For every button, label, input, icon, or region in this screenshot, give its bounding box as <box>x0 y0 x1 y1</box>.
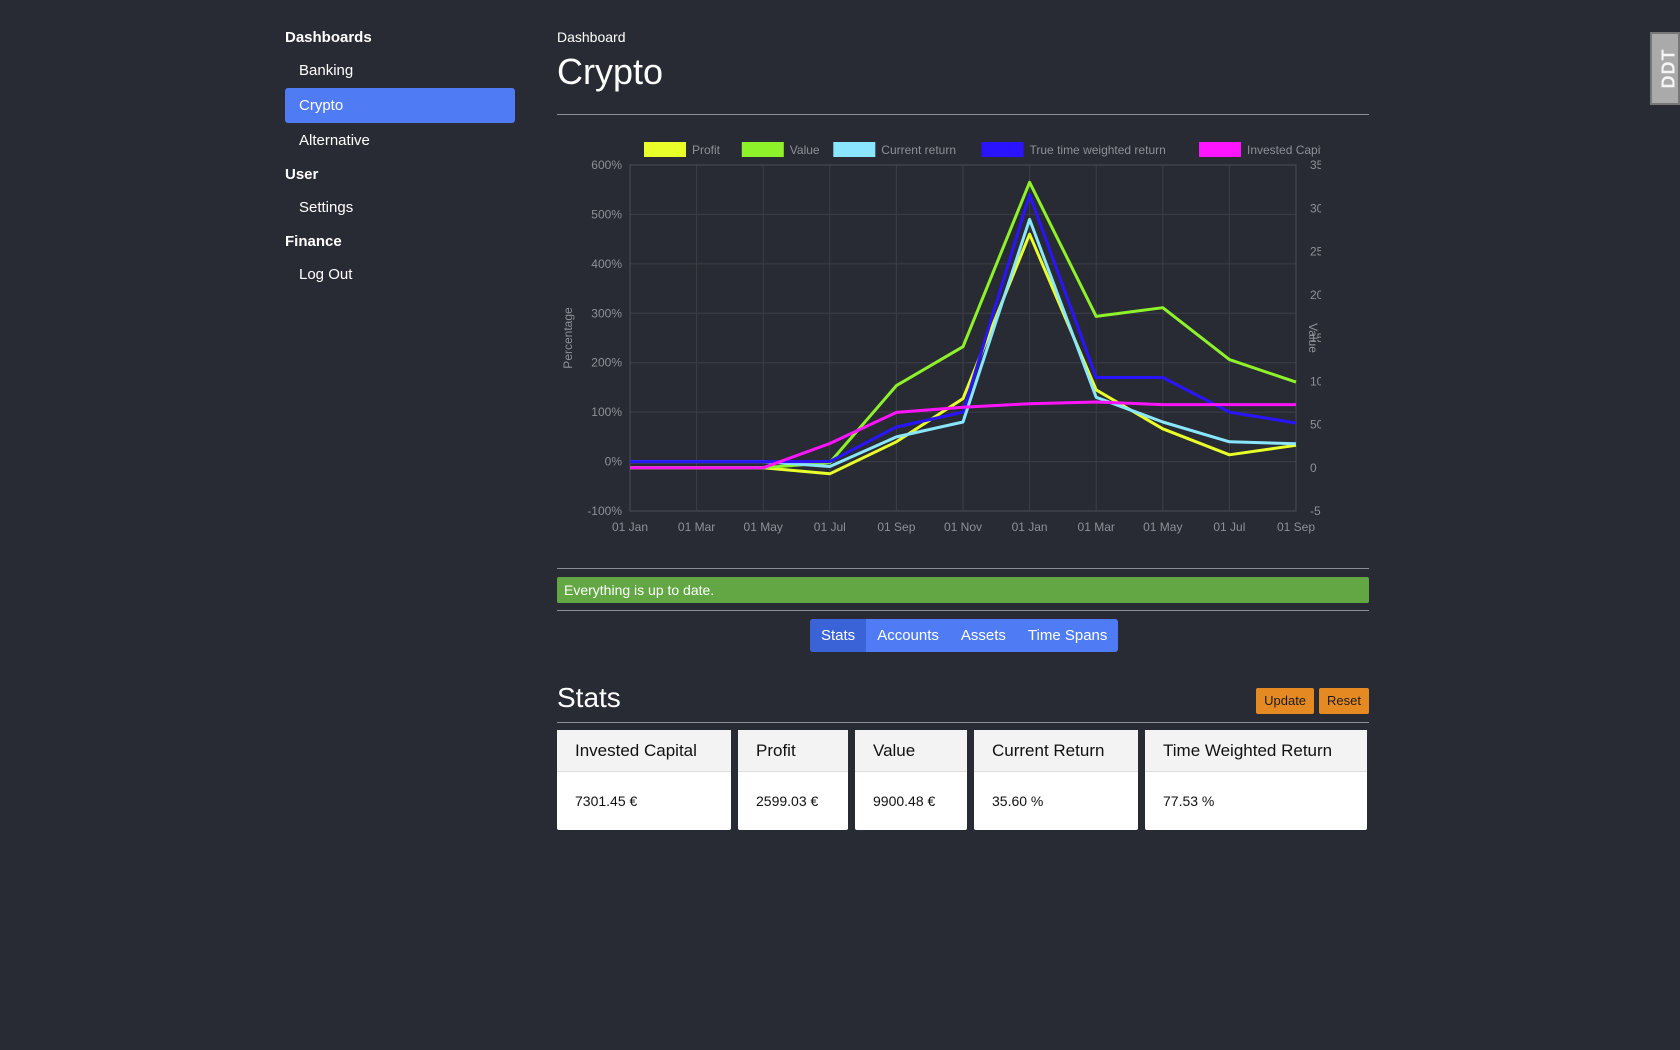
chart-x-tick-label: 01 May <box>1143 520 1182 534</box>
chart-x-tick-label: 01 Sep <box>1277 520 1315 534</box>
stats-actions: Update Reset <box>1256 688 1369 714</box>
chart-x-tick-label: 01 Jan <box>612 520 648 534</box>
update-button[interactable]: Update <box>1256 688 1315 714</box>
stats-cards: Invested Capital 7301.45 € Profit 2599.03 €… <box>557 730 1367 830</box>
sidebar-item-settings[interactable]: Settings <box>285 190 515 225</box>
chart-y-left-tick-label: 400% <box>591 257 622 271</box>
stats-divider <box>557 722 1369 723</box>
stat-card-value: 9900.48 € <box>873 793 936 809</box>
chart-legend-swatch <box>644 142 686 157</box>
chart-legend-label: Invested Capital <box>1247 143 1321 157</box>
chart-x-tick-label: 01 Jan <box>1012 520 1048 534</box>
chart-y-right-tick-label: 30000 <box>1310 201 1321 215</box>
stat-card-label: Profit <box>738 730 848 772</box>
main-header: Dashboard Crypto <box>557 28 1369 115</box>
stats-title: Stats <box>557 682 621 713</box>
chart-legend-swatch <box>833 142 876 157</box>
stat-card: Time Weighted Return 77.53 % <box>1145 730 1367 830</box>
chart-y-left-tick-label: 300% <box>591 306 622 320</box>
status-alert: Everything is up to date. <box>557 577 1369 603</box>
stat-card-label: Time Weighted Return <box>1145 730 1367 772</box>
sidebar-item-log-out[interactable]: Log Out <box>285 257 515 292</box>
chart-x-tick-label: 01 Nov <box>944 520 982 534</box>
chart-x-tick-label: 01 Sep <box>877 520 915 534</box>
chart-y-right-tick-label: 20000 <box>1310 288 1321 302</box>
stat-card-label: Invested Capital <box>557 730 731 772</box>
section-tabs: Stats Accounts Assets Time Spans <box>810 619 1119 652</box>
page-title: Crypto <box>557 51 664 92</box>
chart-y-right-title: Value <box>1306 323 1320 353</box>
breadcrumb[interactable]: Dashboard <box>557 28 1369 46</box>
chart-y-left-tick-label: 0% <box>605 455 623 469</box>
chart-legend-label: Value <box>790 143 820 157</box>
header-divider <box>557 114 1369 115</box>
logo-text: DDT <box>1658 48 1679 89</box>
chart-y-right-tick-label: -5000 <box>1310 504 1321 518</box>
chart-y-right-tick-label: 25000 <box>1310 245 1321 259</box>
tab-accounts[interactable]: Accounts <box>866 619 950 652</box>
chart-svg: 600% 500% 400% 300% 200% 100% 0% -100% 35000 3000… <box>561 142 1344 534</box>
status-area: Everything is up to date. <box>557 568 1369 611</box>
sidebar-heading: Dashboards <box>285 29 372 46</box>
sidebar-item-crypto[interactable]: Crypto <box>285 88 515 123</box>
chart-legend-swatch <box>741 142 784 157</box>
portfolio-chart: 600% 500% 400% 300% 200% 100% 0% -100% 35000 3000… <box>557 130 1344 545</box>
app-logo[interactable]: DDT <box>1650 32 1680 105</box>
tab-assets[interactable]: Assets <box>950 619 1017 652</box>
chart-x-tick-label: 01 Jul <box>814 520 846 534</box>
sidebar-heading: Finance <box>285 233 342 250</box>
chart-legend-label: Current return <box>881 143 956 157</box>
stat-card: Value 9900.48 € <box>855 730 967 830</box>
chart-x-tick-label: 01 Jul <box>1213 520 1245 534</box>
stats-section: Stats Update Reset Invested Capital 7301.… <box>557 680 1369 830</box>
chart-y-left-tick-label: 500% <box>591 207 622 221</box>
stat-card: Profit 2599.03 € <box>738 730 848 830</box>
reset-button[interactable]: Reset <box>1319 688 1369 714</box>
chart-y-left-title: Percentage <box>561 307 575 369</box>
chart-y-right-tick-label: 10000 <box>1310 374 1321 388</box>
chart-legend-swatch <box>1199 142 1241 157</box>
chart-x-tick-label: 01 May <box>744 520 783 534</box>
tab-time-spans[interactable]: Time Spans <box>1017 619 1118 652</box>
chart-y-left-tick-label: 600% <box>591 158 622 172</box>
stat-card: Invested Capital 7301.45 € <box>557 730 731 830</box>
chart-legend-label: Profit <box>692 143 721 157</box>
chart-y-right-tick-label: 35000 <box>1310 158 1321 172</box>
stat-card-value: 35.60 % <box>992 793 1044 809</box>
chart-y-right-tick-label: 0 <box>1310 461 1317 475</box>
stat-card-value: 77.53 % <box>1163 793 1215 809</box>
chart-x-tick-label: 01 Mar <box>1078 520 1115 534</box>
chart-legend-swatch <box>981 142 1024 157</box>
chart-y-left-tick-label: -100% <box>587 504 622 518</box>
chart-y-left-tick-label: 200% <box>591 356 622 370</box>
chart-y-left-tick-label: 100% <box>591 405 622 419</box>
sidebar-item-banking[interactable]: Banking <box>285 53 515 88</box>
sidebar: Dashboards Banking Crypto Alternative User Se… <box>285 28 515 299</box>
stat-card-label: Current Return <box>974 730 1138 772</box>
sidebar-item-alternative[interactable]: Alternative <box>285 123 515 158</box>
sidebar-heading: User <box>285 166 319 183</box>
chart-x-tick-label: 01 Mar <box>678 520 715 534</box>
chart-y-right-tick-label: 5000 <box>1310 418 1321 432</box>
stat-card: Current Return 35.60 % <box>974 730 1138 830</box>
stat-card-value: 7301.45 € <box>575 793 638 809</box>
status-divider-top <box>557 568 1369 569</box>
chart-legend-label: True time weighted return <box>1030 143 1166 157</box>
status-divider-bottom <box>557 610 1369 611</box>
tab-stats[interactable]: Stats <box>810 619 867 652</box>
stat-card-label: Value <box>855 730 967 772</box>
stat-card-value: 2599.03 € <box>756 793 819 809</box>
